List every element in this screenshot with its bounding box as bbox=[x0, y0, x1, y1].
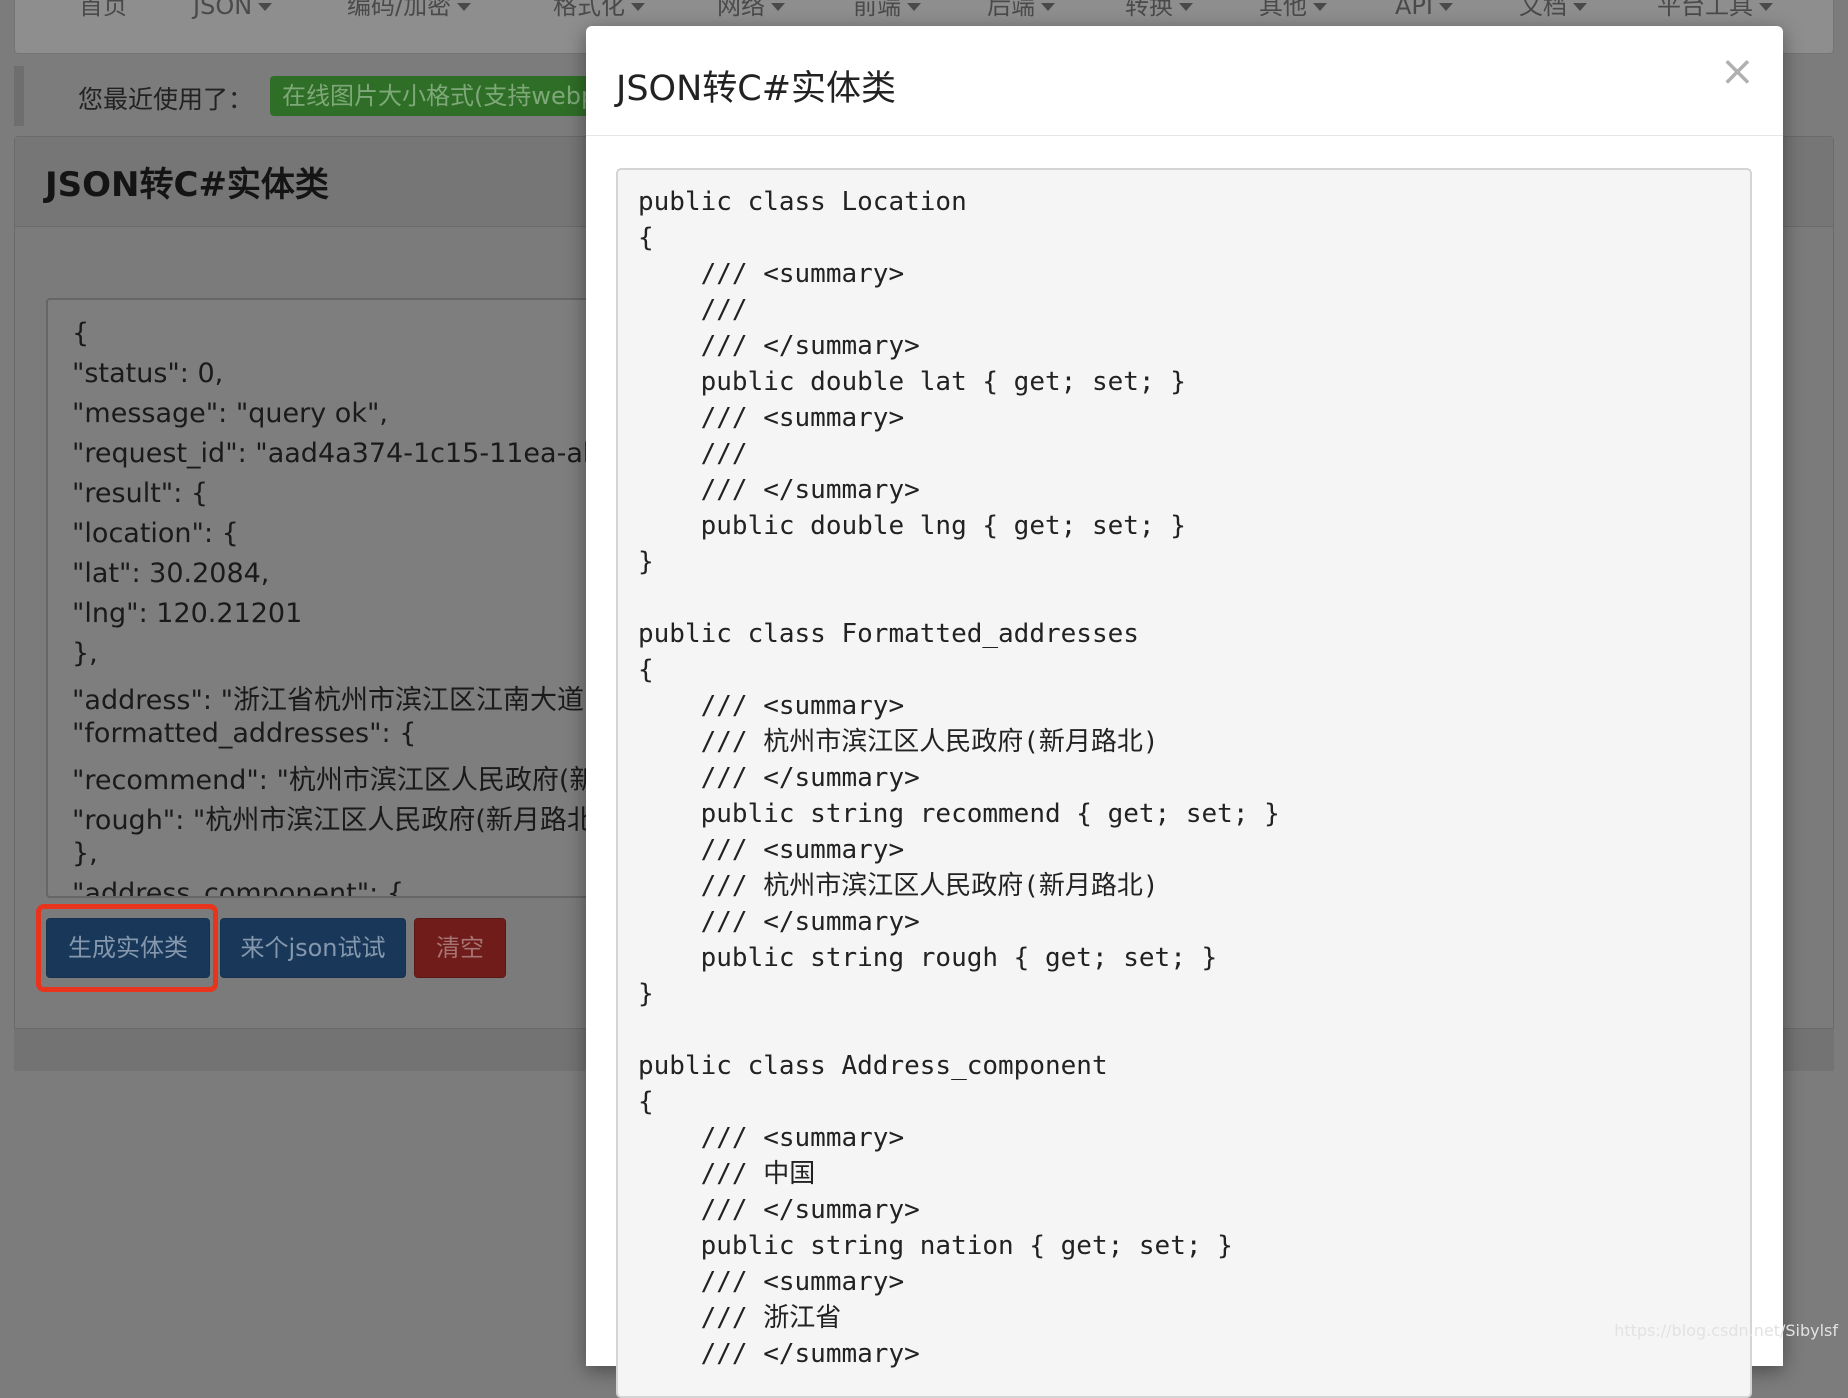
nav-item-label: 其他 bbox=[1259, 0, 1307, 20]
nav-item[interactable]: 文档 bbox=[1519, 0, 1587, 25]
code-line: { bbox=[638, 223, 654, 253]
caret-down-icon bbox=[457, 3, 472, 11]
nav-item[interactable]: 其他 bbox=[1259, 0, 1327, 25]
caret-down-icon bbox=[1313, 3, 1327, 11]
json-line: "address_component": { bbox=[72, 878, 405, 898]
recent-bar-accent bbox=[14, 66, 24, 126]
code-line: /// </summary> bbox=[638, 1195, 920, 1225]
nav-item-label: 格式化 bbox=[553, 0, 625, 20]
caret-down-icon bbox=[1179, 3, 1193, 11]
json-line: "lng": 120.21201 bbox=[72, 598, 303, 629]
code-line: /// <summary> bbox=[638, 1123, 905, 1153]
caret-down-icon bbox=[771, 3, 785, 11]
code-line: } bbox=[638, 979, 654, 1009]
code-line: public string rough { get; set; } bbox=[638, 943, 1218, 973]
code-line: /// <summary> bbox=[638, 1267, 905, 1297]
recent-label: 您最近使用了： bbox=[78, 85, 254, 114]
json-line: "status": 0, bbox=[72, 358, 224, 389]
nav-item[interactable]: 平台工具 bbox=[1657, 0, 1773, 25]
code-line: /// <summary> bbox=[638, 835, 905, 865]
json-line: }, bbox=[72, 638, 98, 669]
nav-item-label: 网络 bbox=[717, 0, 765, 20]
code-line: public double lat { get; set; } bbox=[638, 367, 1186, 397]
sample-json-button[interactable]: 来个json试试 bbox=[220, 918, 406, 978]
result-modal: JSON转C#实体类 × public class Location { /// … bbox=[586, 26, 1783, 1398]
nav-item-label: 编码/加密 bbox=[347, 0, 452, 20]
clear-button[interactable]: 清空 bbox=[414, 918, 506, 978]
code-line: /// <summary> bbox=[638, 403, 905, 433]
code-line: /// </summary> bbox=[638, 475, 920, 505]
nav-item-label: 前端 bbox=[853, 0, 901, 20]
code-line: public double lng { get; set; } bbox=[638, 511, 1186, 541]
json-line: "request_id": "aad4a374-1c15-11ea-abe bbox=[72, 438, 617, 469]
nav-item[interactable]: 格式化 bbox=[553, 0, 645, 25]
nav-item[interactable]: 首页 bbox=[79, 0, 127, 25]
caret-down-icon bbox=[1759, 3, 1773, 11]
json-line: { bbox=[72, 318, 90, 349]
caret-down-icon bbox=[258, 3, 273, 11]
code-line: /// 杭州市滨江区人民政府(新月路北) bbox=[638, 871, 1159, 901]
caret-down-icon bbox=[631, 3, 645, 11]
nav-item-label: API bbox=[1395, 0, 1433, 20]
modal-title: JSON转C#实体类 bbox=[616, 69, 897, 109]
code-line: /// </summary> bbox=[638, 331, 920, 361]
caret-down-icon bbox=[1573, 3, 1587, 11]
watermark: https://blog.csdn.net/Sibylsf bbox=[1614, 1321, 1838, 1340]
code-line: public string nation { get; set; } bbox=[638, 1231, 1233, 1261]
code-line: { bbox=[638, 655, 654, 685]
nav-item-label: 平台工具 bbox=[1657, 0, 1753, 20]
code-line: /// bbox=[638, 295, 748, 325]
generated-code-block[interactable]: public class Location { /// <summary> ///… bbox=[616, 168, 1752, 1398]
caret-down-icon bbox=[1041, 3, 1055, 11]
nav-item[interactable]: JSON bbox=[193, 0, 273, 25]
code-line: public class Location bbox=[638, 187, 967, 217]
close-icon[interactable]: × bbox=[1720, 50, 1755, 92]
json-line: "result": { bbox=[72, 478, 209, 509]
code-line: } bbox=[638, 547, 654, 577]
code-line: /// </summary> bbox=[638, 763, 920, 793]
json-line: "address": "浙江省杭州市滨江区江南大道 bbox=[72, 685, 585, 716]
json-line: "formatted_addresses": { bbox=[72, 718, 417, 749]
nav-item[interactable]: 前端 bbox=[853, 0, 921, 25]
nav-item[interactable]: 网络 bbox=[717, 0, 785, 25]
nav-item[interactable]: 后端 bbox=[987, 0, 1055, 25]
code-line: /// </summary> bbox=[638, 907, 920, 937]
code-line: /// <summary> bbox=[638, 259, 905, 289]
code-line: public string recommend { get; set; } bbox=[638, 799, 1280, 829]
code-line: /// 中国 bbox=[638, 1159, 816, 1189]
nav-item-label: 文档 bbox=[1519, 0, 1567, 20]
recent-tool-tag[interactable]: 在线图片大小格式(支持webp) bbox=[270, 76, 624, 116]
json-line: "location": { bbox=[72, 518, 239, 549]
code-line: public class Address_component bbox=[638, 1051, 1108, 1081]
code-line: /// bbox=[638, 439, 748, 469]
code-line: /// <summary> bbox=[638, 691, 905, 721]
highlight-box bbox=[36, 904, 218, 992]
json-line: }, bbox=[72, 838, 98, 869]
json-line: "recommend": "杭州市滨江区人民政府(新 bbox=[72, 765, 597, 796]
nav-item-label: 转换 bbox=[1125, 0, 1173, 20]
code-line: { bbox=[638, 1087, 654, 1117]
nav-item[interactable]: 转换 bbox=[1125, 0, 1193, 25]
nav-item-label: 首页 bbox=[79, 0, 127, 20]
code-line: public class Formatted_addresses bbox=[638, 619, 1139, 649]
nav-item[interactable]: 编码/加密 bbox=[347, 0, 472, 25]
json-line: "lat": 30.2084, bbox=[72, 558, 270, 589]
caret-down-icon bbox=[907, 3, 921, 11]
code-line: /// 杭州市滨江区人民政府(新月路北) bbox=[638, 727, 1159, 757]
modal-header: JSON转C#实体类 × bbox=[586, 26, 1783, 136]
nav-item[interactable]: API bbox=[1395, 0, 1453, 25]
panel-title: JSON转C#实体类 bbox=[45, 165, 329, 205]
code-line: /// </summary> bbox=[638, 1339, 920, 1369]
json-line: "rough": "杭州市滨江区人民政府(新月路北 bbox=[72, 805, 594, 836]
json-line: "message": "query ok", bbox=[72, 398, 388, 429]
code-line: /// 浙江省 bbox=[638, 1303, 842, 1333]
caret-down-icon bbox=[1438, 3, 1453, 11]
nav-item-label: 后端 bbox=[987, 0, 1035, 20]
nav-item-label: JSON bbox=[193, 0, 253, 20]
